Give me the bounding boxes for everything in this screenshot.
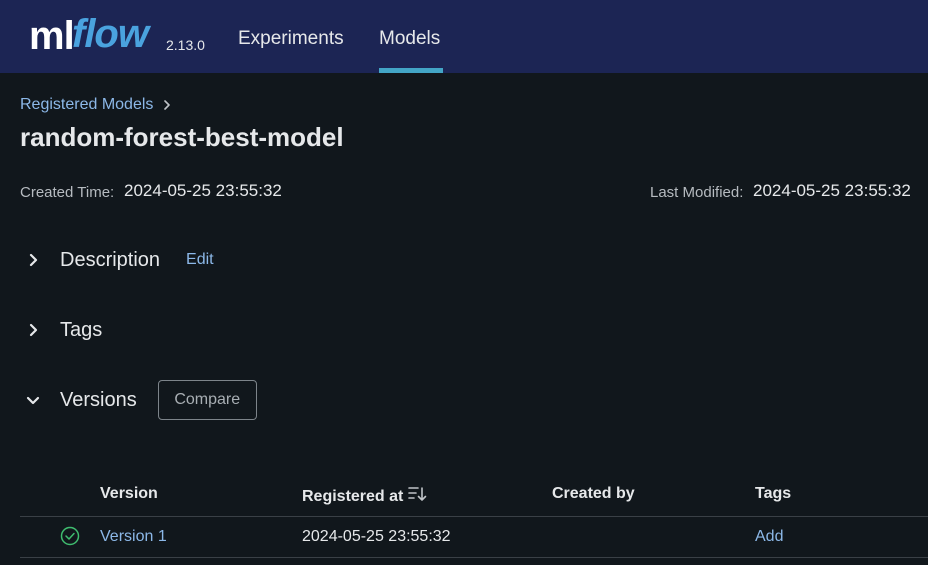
description-section-header[interactable]: Description Edit: [20, 240, 214, 280]
versions-section-title[interactable]: Versions: [60, 389, 137, 412]
tags-section-header[interactable]: Tags: [20, 310, 102, 350]
top-navigation-bar: ml flow 2.13.0 Experiments Models: [0, 0, 928, 73]
column-header-created-by: Created by: [552, 485, 635, 502]
sort-descending-icon[interactable]: [408, 485, 428, 508]
nav-models[interactable]: Models: [379, 28, 440, 50]
column-header-registered-at-label: Registered at: [302, 487, 404, 505]
compare-button[interactable]: Compare: [157, 380, 257, 420]
created-time-value: 2024-05-25 23:55:32: [124, 181, 282, 200]
table-row: Version 1 2024-05-25 23:55:32 Add: [20, 517, 928, 558]
registered-at-cell: 2024-05-25 23:55:32: [302, 528, 451, 545]
breadcrumb: Registered Models: [20, 96, 171, 114]
column-header-tags: Tags: [755, 485, 792, 502]
last-modified-value: 2024-05-25 23:55:32: [753, 181, 911, 200]
versions-section-header[interactable]: Versions Compare: [20, 380, 257, 420]
description-edit-link[interactable]: Edit: [186, 251, 214, 269]
add-tag-link[interactable]: Add: [755, 528, 783, 546]
last-modified-label: Last Modified:: [650, 184, 744, 201]
breadcrumb-registered-models[interactable]: Registered Models: [20, 96, 153, 114]
nav-active-indicator: [379, 68, 443, 73]
chevron-right-icon: [163, 97, 171, 113]
version-link[interactable]: Version 1: [100, 528, 167, 546]
chevron-right-icon[interactable]: [20, 247, 46, 273]
app-version: 2.13.0: [166, 37, 205, 53]
chevron-down-icon[interactable]: [20, 387, 46, 413]
column-header-registered-at[interactable]: Registered at: [302, 485, 428, 508]
chevron-right-icon[interactable]: [20, 317, 46, 343]
created-time-label: Created Time:: [20, 184, 115, 201]
tags-section-title[interactable]: Tags: [60, 319, 102, 342]
nav-experiments[interactable]: Experiments: [238, 28, 344, 50]
logo-ml-text[interactable]: ml: [29, 14, 75, 59]
logo-flow-text[interactable]: flow: [72, 12, 149, 57]
versions-table: Version Registered at Created by Tags Ve…: [20, 474, 928, 558]
table-header-row: Version Registered at Created by Tags: [20, 474, 928, 517]
description-section-title[interactable]: Description: [60, 249, 160, 272]
column-header-version: Version: [100, 485, 158, 502]
check-circle-icon: [60, 526, 80, 551]
page-title: random-forest-best-model: [20, 122, 344, 152]
